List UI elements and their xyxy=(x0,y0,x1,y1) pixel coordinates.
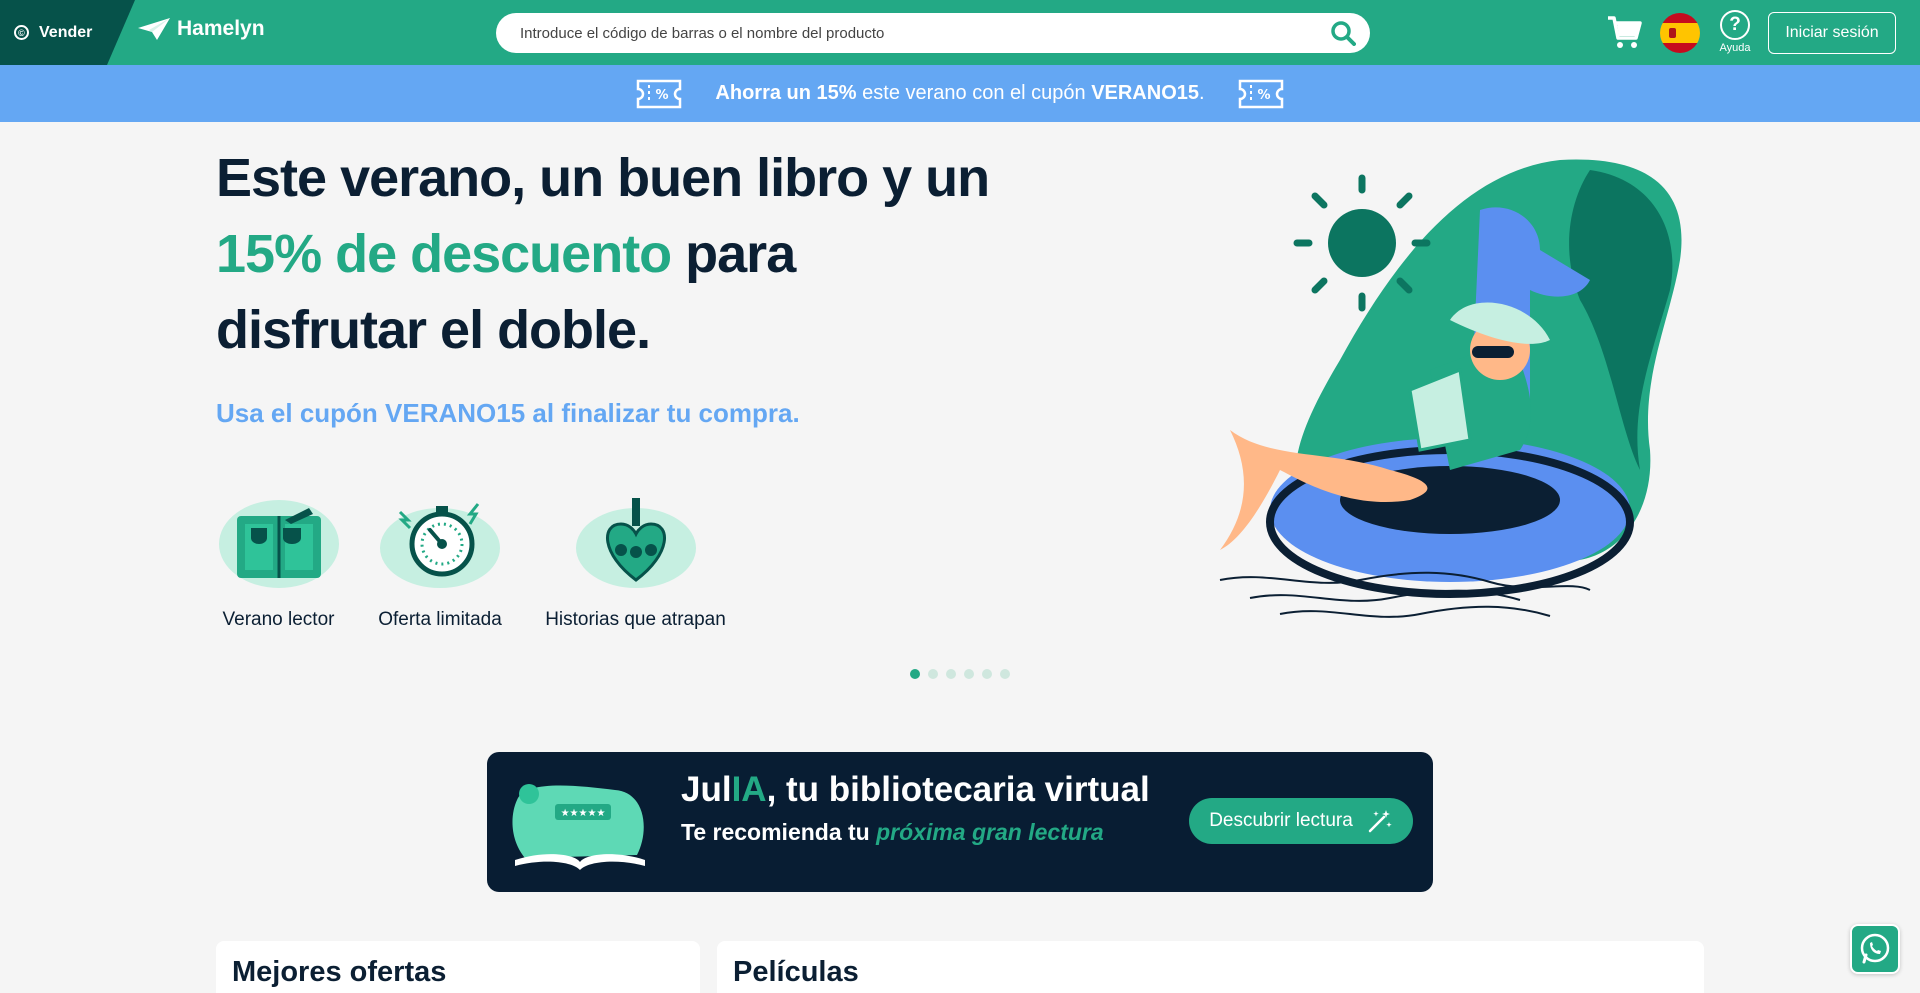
promo-text: Ahorra un 15% este verano con el cupón V… xyxy=(715,82,1204,105)
login-button[interactable]: Iniciar sesión xyxy=(1768,12,1896,54)
best-offers-card: Mejores ofertas xyxy=(216,941,700,993)
julia-title-prefix: Jul xyxy=(681,770,732,809)
hero-title: Este verano, un buen libro y un 15% de d… xyxy=(216,140,1016,368)
whatsapp-icon xyxy=(1860,933,1890,964)
julia-title-suffix: , tu bibliotecaria virtual xyxy=(766,770,1150,809)
summer-reading-illustration xyxy=(1219,159,1682,618)
flag-stripe-bottom xyxy=(1660,43,1700,53)
stopwatch-icon xyxy=(380,503,500,588)
julia-title-ia: IA xyxy=(731,770,767,809)
hero-title-highlight: 15% de descuento xyxy=(216,224,672,284)
feature-oferta-limitada: Oferta limitada xyxy=(372,494,508,631)
flag-stripe-middle xyxy=(1660,23,1700,43)
section-title: Películas xyxy=(733,956,859,988)
julia-subtitle-prefix: Te recomienda tu xyxy=(681,819,877,845)
feature-label: Historias que atrapan xyxy=(545,609,726,630)
logo-text: Hamelyn xyxy=(177,17,265,40)
hero-subtitle: Usa el cupón VERANO15 al finalizar tu co… xyxy=(216,398,800,428)
promo-middle: este verano con el cupón xyxy=(856,82,1092,104)
section-title: Mejores ofertas xyxy=(232,956,447,988)
discover-reading-label: Descubrir lectura xyxy=(1209,810,1353,831)
feature-label: Verano lector xyxy=(222,609,335,630)
julia-subtitle-highlight: próxima gran lectura xyxy=(876,819,1104,845)
carousel-dot-1[interactable] xyxy=(910,669,920,679)
julia-banner: ★★★★★ JulIA, tu bibliotecaria virtual Te… xyxy=(487,752,1433,892)
language-flag-button[interactable] xyxy=(1660,13,1700,53)
carousel-pagination xyxy=(910,669,1010,679)
coupon-icon: % xyxy=(1238,79,1283,108)
movies-card: Películas xyxy=(717,941,1704,993)
carousel-dot-3[interactable] xyxy=(946,669,956,679)
carousel-dot-5[interactable] xyxy=(982,669,992,679)
top-header: © Vender Hamelyn ? Ayuda Iniciar sesión xyxy=(0,0,1920,65)
copyright-icon: © xyxy=(14,25,29,40)
whatsapp-button[interactable] xyxy=(1850,924,1900,974)
magic-wand-icon xyxy=(1368,810,1392,833)
coupon-icon: % xyxy=(637,79,682,108)
carousel-dot-2[interactable] xyxy=(928,669,938,679)
reading-book-icon xyxy=(218,500,339,588)
flag-stripe-top xyxy=(1660,13,1700,23)
hamelyn-logo[interactable]: Hamelyn xyxy=(137,16,265,42)
search-icon[interactable] xyxy=(1330,20,1356,46)
promo-banner[interactable]: % Ahorra un 15% este verano con el cupón… xyxy=(0,65,1920,122)
feature-historias-que-atrapan: Historias que atrapan xyxy=(539,494,732,631)
julia-book-illustration: ★★★★★ xyxy=(512,784,645,870)
promo-bold: Ahorra un 15% xyxy=(715,82,857,104)
feature-label: Oferta limitada xyxy=(378,609,502,630)
discover-reading-button[interactable]: Descubrir lectura xyxy=(1189,798,1413,844)
julia-subtitle: Te recomienda tu próxima gran lectura xyxy=(681,819,1104,846)
cart-button[interactable] xyxy=(1606,14,1642,55)
search-bar xyxy=(496,13,1370,53)
svg-text:%: % xyxy=(1257,88,1270,103)
sell-button[interactable]: © Vender xyxy=(0,0,135,65)
help-button[interactable]: ? Ayuda xyxy=(1718,10,1752,54)
question-icon: ? xyxy=(1720,10,1750,40)
help-label: Ayuda xyxy=(1719,42,1751,54)
carousel-dot-4[interactable] xyxy=(964,669,974,679)
carousel-dot-6[interactable] xyxy=(1000,669,1010,679)
svg-text:★★★★★: ★★★★★ xyxy=(561,808,606,819)
heart-icon xyxy=(575,498,696,588)
svg-text:%: % xyxy=(656,88,669,103)
sell-label: Vender xyxy=(39,23,93,41)
cart-icon xyxy=(1608,16,1642,48)
promo-code: VERANO15 xyxy=(1091,82,1199,104)
search-input[interactable] xyxy=(520,24,1330,42)
paper-plane-icon xyxy=(138,18,170,40)
feature-verano-lector: Verano lector xyxy=(216,494,341,631)
promo-end: . xyxy=(1199,82,1205,104)
hero-title-part1: Este verano, un buen libro y un xyxy=(216,148,990,208)
julia-title: JulIA, tu bibliotecaria virtual xyxy=(681,770,1150,810)
